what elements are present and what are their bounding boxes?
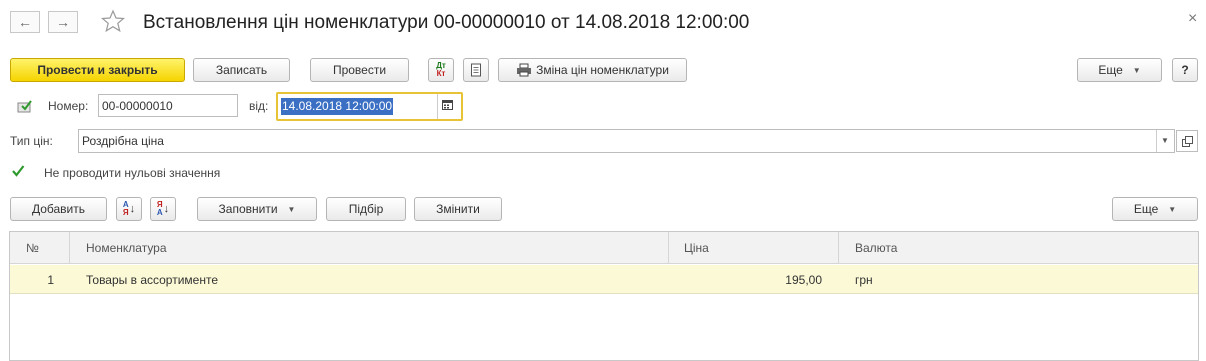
skip-zero-label: Не проводити нульові значення: [44, 166, 221, 180]
caret-down-icon: ▼: [1132, 65, 1141, 75]
caret-down-icon: ▼: [1168, 204, 1177, 214]
dt-kt-movements-button[interactable]: Дт Кт: [428, 58, 454, 82]
related-documents-button[interactable]: [463, 58, 489, 82]
row-currency-cell[interactable]: грн: [855, 265, 873, 294]
forward-button[interactable]: →: [48, 11, 78, 33]
sort-descending-button[interactable]: Я А ↓: [150, 197, 176, 221]
post-and-close-button[interactable]: Провести и закрыть: [10, 58, 185, 82]
row-number-cell[interactable]: 1: [10, 265, 54, 294]
print-button-label: Зміна цін номенклатури: [536, 63, 669, 77]
document-posted-status-icon: [17, 98, 33, 114]
post-button[interactable]: Провести: [310, 58, 409, 82]
fill-label: Заповнити: [218, 202, 278, 216]
arrow-right-icon: →: [56, 14, 70, 30]
sort-descending-icon: Я А: [156, 200, 163, 217]
arrow-left-icon: ←: [18, 14, 32, 30]
price-type-open-button[interactable]: [1176, 130, 1198, 152]
calendar-icon[interactable]: [442, 99, 453, 113]
add-row-button[interactable]: Добавить: [10, 197, 107, 221]
change-button[interactable]: Змінити: [414, 197, 502, 221]
table-more-label: Еще: [1133, 202, 1159, 216]
table-header: [10, 232, 1198, 264]
table-more-button[interactable]: Еще ▼: [1112, 197, 1198, 221]
price-type-dropdown-icon[interactable]: ▼: [1161, 136, 1169, 145]
document-icon: [471, 63, 481, 77]
more-label: Еще: [1098, 63, 1123, 77]
date-label: від:: [249, 99, 269, 113]
sort-ascending-button[interactable]: А Я ↓: [116, 197, 142, 221]
price-type-field[interactable]: Роздрібна ціна ▼: [78, 129, 1175, 153]
kt-icon-text: Кт: [436, 69, 446, 78]
date-field[interactable]: 14.08.2018 12:00:00: [276, 92, 463, 121]
number-label: Номер:: [48, 99, 89, 113]
fill-button[interactable]: Заповнити ▼: [197, 197, 317, 221]
open-window-icon: [1181, 135, 1193, 147]
window-title: Встановлення цін номенклатури 00-0000001…: [143, 12, 750, 33]
column-header-item[interactable]: Номенклатура: [86, 232, 167, 264]
close-icon[interactable]: ×: [1188, 10, 1197, 28]
help-button[interactable]: ?: [1172, 58, 1198, 82]
sort-ascending-icon: А Я: [122, 200, 129, 217]
skip-zero-checkbox[interactable]: [11, 164, 25, 178]
back-button[interactable]: ←: [10, 11, 40, 33]
save-button[interactable]: Записать: [193, 58, 290, 82]
column-header-currency[interactable]: Валюта: [855, 232, 897, 264]
column-header-number[interactable]: №: [26, 232, 39, 264]
selection-button[interactable]: Підбір: [326, 197, 406, 221]
row-price-cell[interactable]: 195,00: [669, 265, 822, 294]
number-field[interactable]: 00-00000010: [98, 94, 238, 117]
row-item-cell[interactable]: Товары в ассортименте: [86, 265, 218, 294]
price-type-value: Роздрібна ціна: [82, 134, 164, 148]
print-price-change-button[interactable]: Зміна цін номенклатури: [498, 58, 687, 82]
date-field-value[interactable]: 14.08.2018 12:00:00: [281, 98, 394, 115]
column-header-price[interactable]: Ціна: [684, 232, 709, 264]
more-actions-button[interactable]: Еще ▼: [1077, 58, 1162, 82]
checkmark-icon: [12, 165, 25, 177]
printer-icon: [517, 63, 532, 77]
favorite-star-icon[interactable]: [100, 8, 126, 34]
caret-down-icon: ▼: [287, 204, 296, 214]
price-type-label: Тип цін:: [10, 134, 53, 148]
